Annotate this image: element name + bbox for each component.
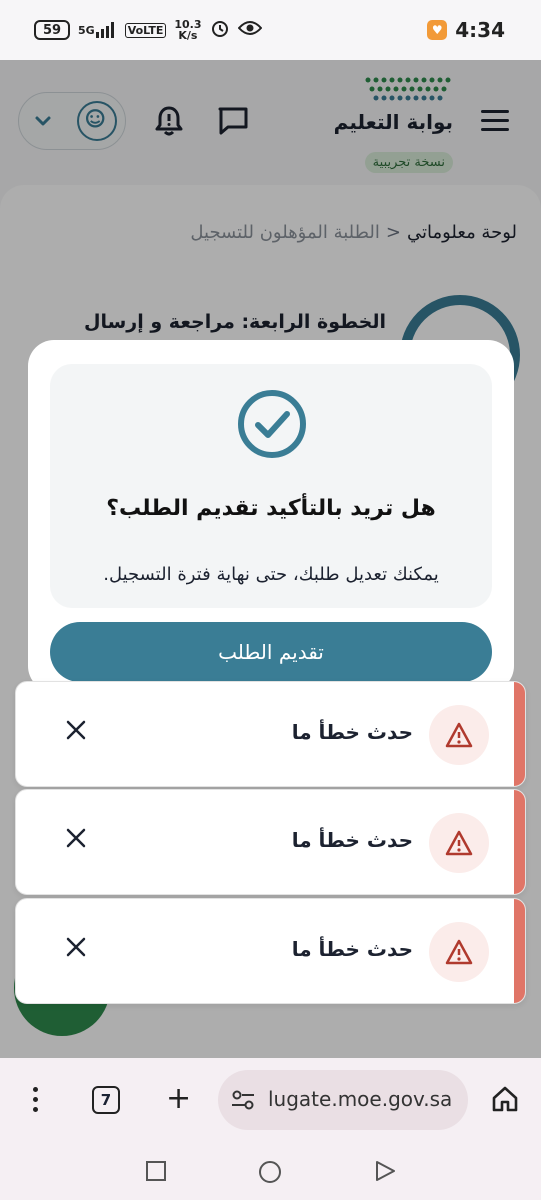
toast-message: حدث خطأ ما (291, 720, 413, 744)
alarm-icon (210, 18, 230, 42)
home-icon[interactable] (490, 1084, 520, 1114)
volte-indicator: VoLTE (124, 22, 167, 38)
app-notification-icon: ♥ (427, 20, 448, 40)
error-toast: حدث خطأ ما (15, 898, 526, 1004)
new-tab-icon[interactable]: + (166, 1084, 191, 1114)
check-circle-icon (238, 390, 306, 458)
battery-indicator: 59 (34, 20, 70, 40)
toast-accent-bar (514, 682, 525, 786)
close-icon[interactable] (64, 718, 88, 742)
close-icon[interactable] (64, 826, 88, 850)
clock: 4:34 (455, 18, 505, 42)
modal-description: يمكنك تعديل طلبك، حتى نهاية فترة التسجيل… (103, 564, 439, 585)
warning-triangle-icon (429, 922, 489, 982)
tab-switcher-button[interactable]: 7 (92, 1086, 120, 1114)
error-toast: حدث خطأ ما (15, 789, 526, 895)
toast-message: حدث خطأ ما (291, 937, 413, 961)
back-icon[interactable] (374, 1160, 396, 1182)
toast-message: حدث خطأ ما (291, 828, 413, 852)
close-icon[interactable] (64, 935, 88, 959)
network-speed: 10.3 K/s (174, 18, 202, 42)
warning-triangle-icon (429, 813, 489, 873)
submit-request-button[interactable]: تقديم الطلب (50, 622, 492, 682)
browser-toolbar: 7 + lugate.moe.gov.sa (0, 1058, 541, 1142)
address-bar[interactable]: lugate.moe.gov.sa (218, 1070, 468, 1130)
toast-accent-bar (514, 899, 525, 1003)
warning-triangle-icon (429, 705, 489, 765)
error-toast: حدث خطأ ما (15, 681, 526, 787)
home-nav-icon[interactable] (258, 1160, 282, 1184)
eye-icon (237, 20, 262, 40)
recents-icon[interactable] (145, 1160, 167, 1182)
modal-title: هل تريد بالتأكيد تقديم الطلب؟ (106, 496, 436, 521)
status-bar: 59 5G VoLTE 10.3 K/s ♥ 4:34 (0, 0, 541, 60)
site-settings-icon[interactable] (230, 1088, 256, 1112)
more-options-icon[interactable] (26, 1084, 44, 1116)
toast-accent-bar (514, 790, 525, 894)
confirm-modal: هل تريد بالتأكيد تقديم الطلب؟ يمكنك تعدي… (28, 340, 514, 692)
modal-content: هل تريد بالتأكيد تقديم الطلب؟ يمكنك تعدي… (50, 364, 492, 608)
url-text: lugate.moe.gov.sa (268, 1087, 453, 1111)
signal-icon: 5G (78, 22, 117, 38)
system-nav-bar (0, 1142, 541, 1200)
